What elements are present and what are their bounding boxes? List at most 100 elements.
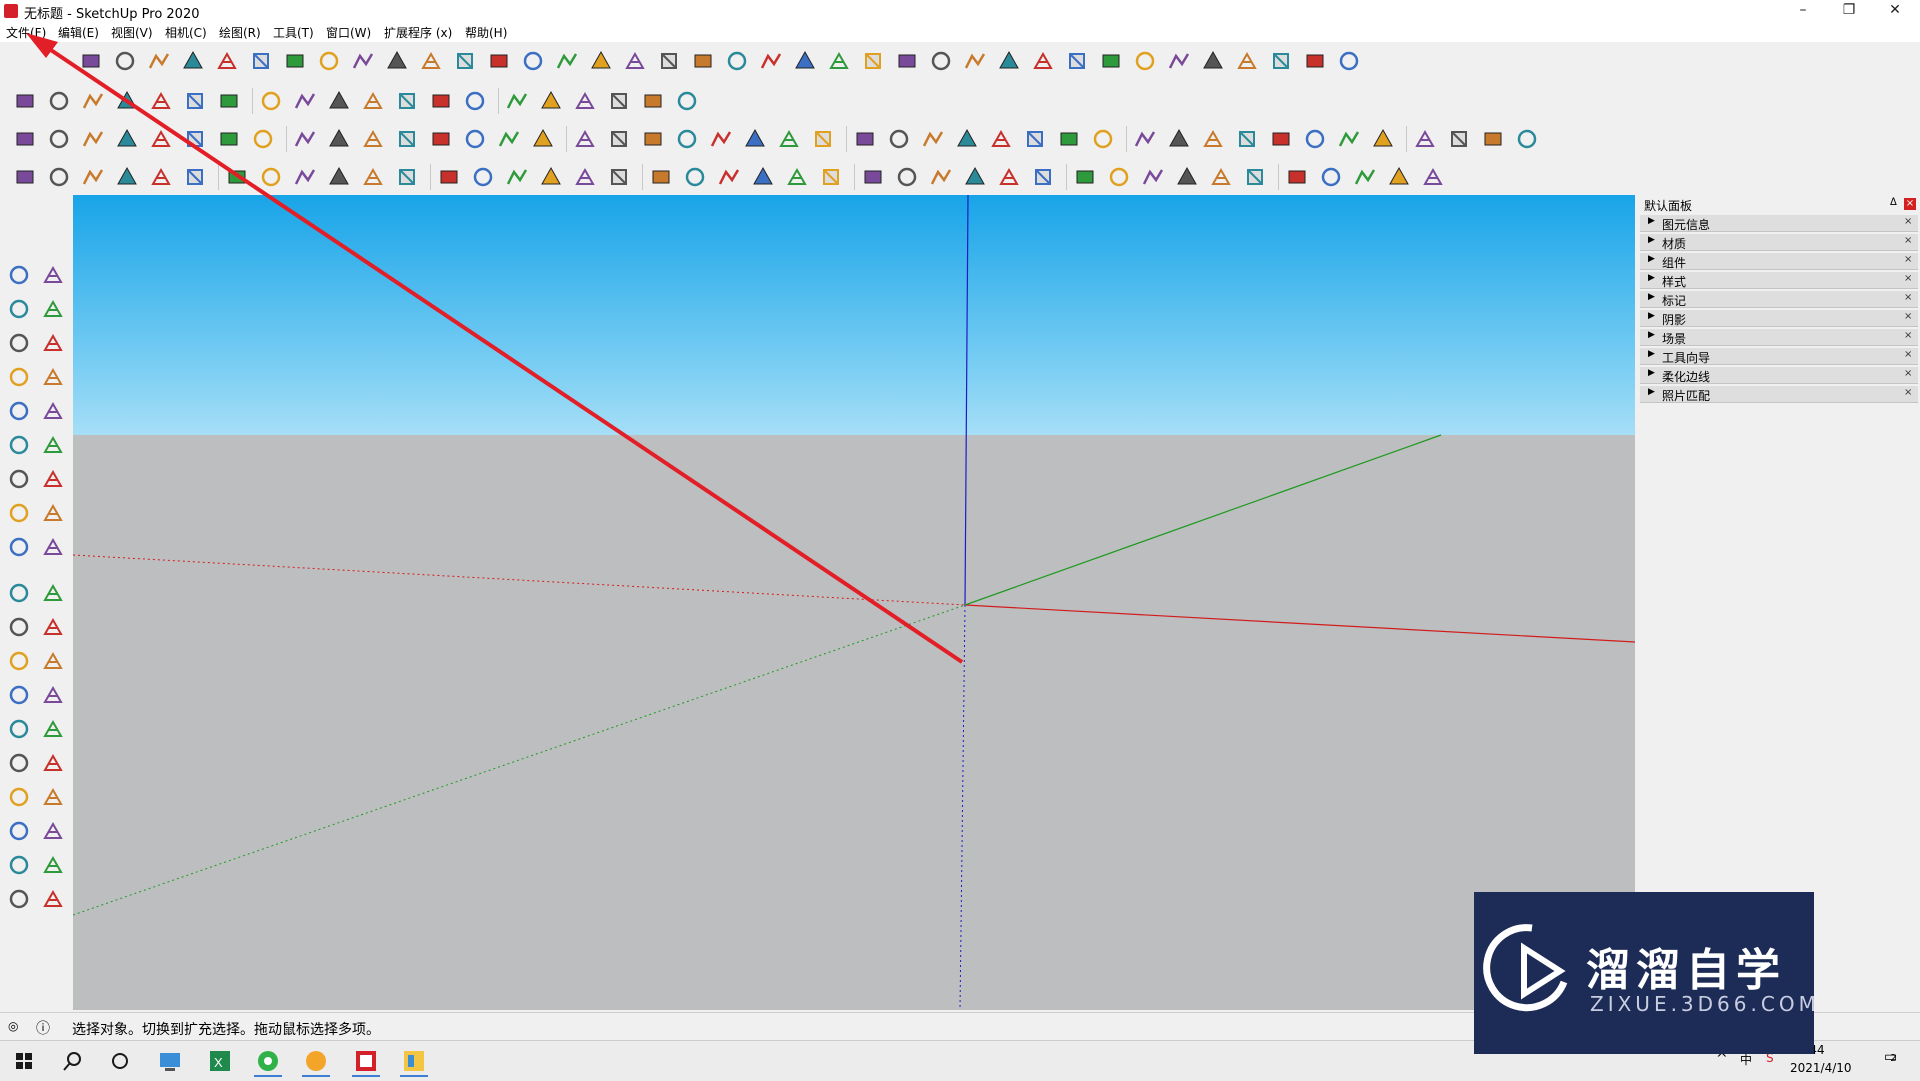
tool-icon[interactable] [1030,164,1056,190]
tool-icon[interactable] [452,48,478,74]
tool-icon[interactable] [1302,126,1328,152]
tool-icon[interactable] [6,648,32,674]
tool-icon[interactable] [6,466,32,492]
tool-icon[interactable] [1336,126,1362,152]
tool-icon[interactable] [1268,48,1294,74]
tool-icon[interactable] [80,88,106,114]
sketchup-taskbar-icon[interactable] [346,1045,386,1077]
tool-icon[interactable] [216,88,242,114]
tool-icon[interactable] [316,48,342,74]
tool-icon[interactable] [1200,126,1226,152]
tool-icon[interactable] [148,126,174,152]
tool-icon[interactable] [784,164,810,190]
tool-icon[interactable] [40,580,66,606]
tool-icon[interactable] [928,164,954,190]
tool-icon[interactable] [436,164,462,190]
tool-icon[interactable] [6,500,32,526]
tool-icon[interactable] [326,88,352,114]
tool-icon[interactable] [6,364,32,390]
close-icon[interactable]: × [1904,273,1912,284]
tool-icon[interactable] [530,126,556,152]
tool-icon[interactable] [1208,164,1234,190]
tool-icon[interactable] [504,164,530,190]
tool-icon[interactable] [886,126,912,152]
tool-icon[interactable] [80,126,106,152]
tool-icon[interactable] [894,164,920,190]
tool-icon[interactable] [1098,48,1124,74]
tool-icon[interactable] [214,48,240,74]
tool-icon[interactable] [606,88,632,114]
tool-icon[interactable] [1386,164,1412,190]
tool-icon[interactable] [648,164,674,190]
select-tool-icon[interactable] [6,262,32,288]
panel-item-instructor[interactable]: ▶ 工具向导 × [1640,348,1918,365]
panel-item-styles[interactable]: ▶ 样式 × [1640,272,1918,289]
tool-icon[interactable] [6,716,32,742]
tool-icon[interactable] [962,48,988,74]
tool-icon[interactable] [78,48,104,74]
tool-icon[interactable] [1370,126,1396,152]
tool-icon[interactable] [1284,164,1310,190]
tool-icon[interactable] [1056,126,1082,152]
tool-icon[interactable] [40,398,66,424]
menu-extensions[interactable]: 扩展程序 (x) [384,24,452,41]
tool-icon[interactable] [1140,164,1166,190]
panel-item-scenes[interactable]: ▶ 场景 × [1640,329,1918,346]
tool-icon[interactable] [470,164,496,190]
tool-icon[interactable] [640,126,666,152]
tool-icon[interactable] [1234,126,1260,152]
tool-icon[interactable] [1072,164,1098,190]
close-icon[interactable]: × [1904,254,1912,265]
tool-icon[interactable] [40,784,66,810]
tool-icon[interactable] [1132,126,1158,152]
tool-icon[interactable] [360,164,386,190]
tool-icon[interactable] [538,88,564,114]
tool-icon[interactable] [750,164,776,190]
tool-icon[interactable] [394,88,420,114]
tool-icon[interactable] [40,296,66,322]
tool-icon[interactable] [674,126,700,152]
tool-icon[interactable] [716,164,742,190]
close-icon[interactable]: × [1904,387,1912,398]
info-icon[interactable]: ⓘ [36,1018,50,1038]
tool-icon[interactable] [40,364,66,390]
tool-icon[interactable] [40,614,66,640]
minimize-button[interactable]: – [1780,0,1826,22]
tool-icon[interactable] [928,48,954,74]
tool-icon[interactable] [758,48,784,74]
panel-item-shadows[interactable]: ▶ 阴影 × [1640,310,1918,327]
computer-icon[interactable] [150,1045,190,1077]
tool-icon[interactable] [394,126,420,152]
tool-icon[interactable] [40,466,66,492]
tool-icon[interactable] [40,818,66,844]
tool-icon[interactable] [810,126,836,152]
panel-item-entity-info[interactable]: ▶ 图元信息 × [1640,215,1918,232]
tool-icon[interactable] [1022,126,1048,152]
tool-icon[interactable] [350,48,376,74]
tool-icon[interactable] [504,88,530,114]
tool-icon[interactable] [6,330,32,356]
tool-icon[interactable] [40,886,66,912]
panel-item-tags[interactable]: ▶ 标记 × [1640,291,1918,308]
tool-icon[interactable] [606,126,632,152]
tool-icon[interactable] [258,88,284,114]
close-icon[interactable]: × [1904,292,1912,303]
notification-icon[interactable]: ▭2 [1884,1049,1897,1065]
tool-icon[interactable] [46,88,72,114]
tool-icon[interactable] [486,48,512,74]
tool-icon[interactable] [920,126,946,152]
tool-icon[interactable] [520,48,546,74]
tool-icon[interactable] [6,852,32,878]
tool-icon[interactable] [690,48,716,74]
tool-icon[interactable] [1064,48,1090,74]
menu-camera[interactable]: 相机(C) [165,24,207,41]
tool-icon[interactable] [326,126,352,152]
panel-item-components[interactable]: ▶ 组件 × [1640,253,1918,270]
tool-icon[interactable] [224,164,250,190]
maximize-button[interactable]: ❐ [1826,0,1872,22]
tool-icon[interactable] [572,126,598,152]
tool-icon[interactable] [996,164,1022,190]
tool-icon[interactable] [1090,126,1116,152]
tool-icon[interactable] [1132,48,1158,74]
close-icon[interactable]: × [1904,330,1912,341]
